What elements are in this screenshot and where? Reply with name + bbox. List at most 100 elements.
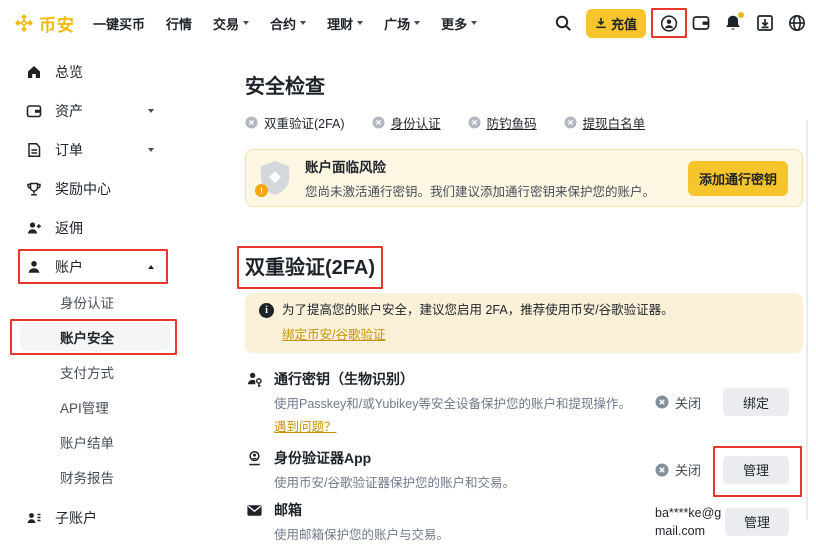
security-item-authenticator: 身份验证器App 使用币安/谷歌验证器保护您的账户和交易。 关闭 管理 (245, 448, 803, 492)
status-circle-icon (564, 116, 577, 129)
authenticator-manage-button[interactable]: 管理 (723, 456, 789, 484)
main-content: 安全检查 双重验证(2FA) 身份认证 防钓鱼码 (245, 46, 803, 544)
bell-icon[interactable] (724, 14, 742, 32)
status-circle-icon (372, 116, 385, 129)
security-item-title: 身份验证器App (274, 448, 515, 468)
security-item-main: 通行密钥（生物识别） 使用Passkey和/或Yubikey等安全设备保护您的账… (274, 369, 631, 436)
top-navbar: 币安 一键买币 行情 交易 合约 理财 广场 更多 (0, 0, 816, 46)
chevron-down-icon (357, 21, 363, 25)
security-item-title: 邮箱 (274, 500, 449, 520)
off-circle-icon (655, 395, 669, 409)
scrollbar[interactable] (806, 120, 808, 520)
sidebar-item-sub-accounts[interactable]: 子账户 (26, 498, 154, 537)
passkey-bind-button[interactable]: 绑定 (723, 388, 789, 416)
info-icon: i (259, 303, 274, 318)
status-circle-icon (468, 116, 481, 129)
checklist-anti-phishing-code[interactable]: 防钓鱼码 (468, 113, 537, 132)
sidebar-item-financial-reports[interactable]: 财务报告 (20, 463, 170, 491)
user-plus-icon (26, 220, 42, 236)
sub-account-icon (26, 510, 42, 526)
chevron-down-icon (243, 21, 249, 25)
nav-trade[interactable]: 交易 (213, 14, 249, 33)
security-item-main: 身份验证器App 使用币安/谷歌验证器保护您的账户和交易。 (274, 448, 515, 492)
risk-alert-title: 账户面临风险 (305, 156, 655, 176)
search-icon[interactable] (554, 14, 572, 32)
security-checklist: 双重验证(2FA) 身份认证 防钓鱼码 提现白名单 (245, 113, 803, 132)
profile-menu[interactable] (660, 14, 678, 32)
sidebar-item-referral[interactable]: 返佣 (26, 208, 154, 247)
nav-square[interactable]: 广场 (384, 14, 420, 33)
security-check-title: 安全检查 (245, 70, 803, 99)
twofa-title: 双重验证(2FA) (245, 251, 375, 280)
orders-icon (26, 142, 42, 158)
security-item-desc: 使用币安/谷歌验证器保护您的账户和交易。 (274, 474, 515, 492)
sidebar: 总览 资产 订单 奖励中心 (0, 46, 235, 520)
sidebar-item-rewards-hub[interactable]: 奖励中心 (26, 169, 154, 208)
wallet-icon (26, 103, 42, 119)
account-submenu: 身份认证 账户安全 支付方式 API管理 账户结单 财务报告 (26, 288, 235, 491)
security-item-desc: 使用Passkey和/或Yubikey等安全设备保护您的账户和提现操作。 (274, 395, 631, 413)
chevron-down-icon (300, 21, 306, 25)
sidebar-item-orders[interactable]: 订单 (26, 130, 154, 169)
sidebar-item-account-security[interactable]: 账户安全 (20, 323, 170, 351)
twofa-tip-text: 为了提高您的账户安全，建议您启用 2FA，推荐使用币安/谷歌验证器。 (282, 302, 674, 320)
binance-logo[interactable]: 币安 (14, 11, 75, 36)
security-item-title: 通行密钥（生物识别） (274, 369, 631, 389)
security-item-passkey: 通行密钥（生物识别） 使用Passkey和/或Yubikey等安全设备保护您的账… (245, 369, 803, 436)
deposit-button[interactable]: 充值 (586, 9, 646, 38)
sidebar-item-identity-verification[interactable]: 身份认证 (20, 288, 170, 316)
chevron-down-icon (471, 21, 477, 25)
chevron-down-icon (148, 148, 154, 152)
chevron-down-icon (148, 109, 154, 113)
wallet-icon[interactable] (692, 14, 710, 32)
twofa-tip: i 为了提高您的账户安全，建议您启用 2FA，推荐使用币安/谷歌验证器。 绑定币… (245, 293, 803, 353)
nav-more[interactable]: 更多 (441, 14, 477, 33)
warning-badge-icon: ! (255, 184, 268, 197)
main-menu: 一键买币 行情 交易 合约 理财 广场 更多 (93, 14, 477, 33)
nav-earn[interactable]: 理财 (327, 14, 363, 33)
security-item-email: 邮箱 使用邮箱保护您的账户与交易。 ba****ke@gmail.com 管理 (245, 500, 803, 544)
chevron-down-icon (414, 21, 420, 25)
checklist-2fa[interactable]: 双重验证(2FA) (245, 113, 345, 132)
app-download-icon[interactable] (756, 14, 774, 32)
sidebar-item-account-statement[interactable]: 账户结单 (20, 428, 170, 456)
risk-alert: ! 账户面临风险 您尚未激活通行密钥。我们建议添加通行密钥来保护您的账户。 添加… (245, 149, 803, 207)
sidebar-item-assets[interactable]: 资产 (26, 91, 154, 130)
off-circle-icon (655, 463, 669, 477)
sidebar-item-payment-methods[interactable]: 支付方式 (20, 358, 170, 386)
security-item-desc: 使用邮箱保护您的账户与交易。 (274, 526, 449, 544)
user-icon (26, 259, 42, 275)
sidebar-item-overview[interactable]: 总览 (26, 52, 154, 91)
rewards-icon (26, 181, 42, 197)
checklist-identity-verification[interactable]: 身份认证 (372, 113, 441, 132)
binance-diamond-icon (14, 13, 34, 33)
risk-alert-desc: 您尚未激活通行密钥。我们建议添加通行密钥来保护您的账户。 (305, 181, 655, 200)
nav-buy-crypto[interactable]: 一键买币 (93, 14, 145, 33)
navbar-left: 币安 一键买币 行情 交易 合约 理财 广场 更多 (14, 11, 477, 36)
mail-icon (246, 502, 263, 519)
brand-name: 币安 (39, 11, 75, 36)
download-icon (595, 17, 607, 29)
shield-icon: ! (258, 159, 292, 197)
nav-futures[interactable]: 合约 (270, 14, 306, 33)
bind-authenticator-link[interactable]: 绑定币安/谷歌验证 (282, 324, 385, 343)
email-manage-button[interactable]: 管理 (725, 508, 789, 536)
globe-icon[interactable] (788, 14, 806, 32)
user-icon[interactable] (660, 14, 678, 32)
risk-alert-text: 账户面临风险 您尚未激活通行密钥。我们建议添加通行密钥来保护您的账户。 (305, 156, 655, 200)
sidebar-item-account[interactable]: 账户 (26, 247, 154, 286)
email-masked-value: ba****ke@gmail.com (655, 504, 725, 540)
security-item-main: 邮箱 使用邮箱保护您的账户与交易。 (274, 500, 449, 544)
passkey-icon (246, 371, 263, 388)
home-icon (26, 64, 42, 80)
passkey-help-link[interactable]: 遇到问题？ (274, 416, 337, 435)
status-off: 关闭 (655, 460, 701, 479)
notification-dot (738, 12, 744, 18)
checklist-withdrawal-whitelist[interactable]: 提现白名单 (564, 113, 646, 132)
status-circle-icon (245, 116, 258, 129)
nav-markets[interactable]: 行情 (166, 14, 192, 33)
add-passkey-button[interactable]: 添加通行密钥 (688, 161, 788, 196)
authenticator-icon (246, 450, 263, 467)
status-off: 关闭 (655, 393, 701, 412)
sidebar-item-api-management[interactable]: API管理 (20, 393, 170, 421)
